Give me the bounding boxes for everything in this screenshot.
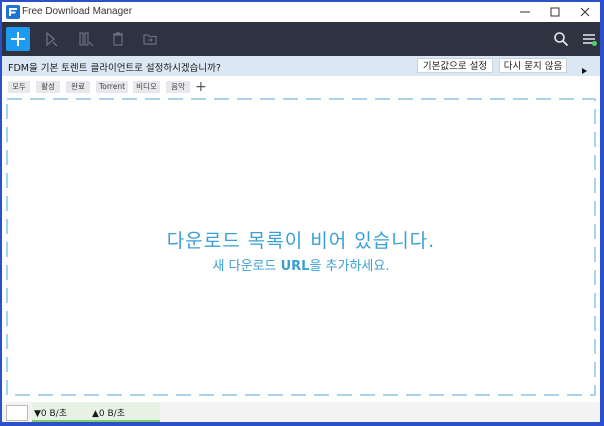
pause-icon — [79, 32, 94, 47]
maximize-button[interactable] — [540, 2, 570, 22]
status-bar: ▼0 B/초 ▲0 B/초 — [2, 402, 600, 422]
close-icon — [580, 7, 590, 17]
notice-text: FDM을 기본 토렌트 클라이언트로 설정하시겠습니까? — [8, 63, 221, 74]
delete-button[interactable] — [108, 29, 128, 49]
set-default-button[interactable]: 기본값으로 설정 — [417, 58, 493, 73]
minimize-icon — [520, 11, 530, 13]
upload-speed: ▲0 B/초 — [92, 409, 125, 419]
default-client-notice: FDM을 기본 토렌트 클라이언트로 설정하시겠습니까? 기본값으로 설정 다시… — [2, 56, 600, 76]
speed-panel[interactable]: ▼0 B/초 ▲0 B/초 — [32, 402, 160, 422]
open-folder-button[interactable] — [140, 29, 160, 49]
add-filter-button[interactable]: + — [195, 79, 207, 95]
empty-list-subtitle: 새 다운로드 URL을 추가하세요. — [6, 255, 596, 274]
subtitle-text-after: 을 추가하세요. — [309, 259, 390, 274]
main-toolbar — [2, 22, 600, 56]
status-indicator[interactable] — [6, 405, 28, 421]
tab-all[interactable]: 모두 — [8, 81, 30, 93]
minimize-button[interactable] — [510, 2, 540, 22]
tab-video[interactable]: 비디오 — [133, 81, 160, 93]
download-list-dropzone[interactable]: 다운로드 목록이 비어 있습니다. 새 다운로드 URL을 추가하세요. — [6, 98, 596, 396]
play-arrow-icon[interactable] — [582, 68, 587, 74]
start-icon — [46, 31, 58, 47]
app-window: Free Download Manager FDM을 기본 토렌트 클라이언트로… — [2, 2, 600, 422]
app-logo-icon — [6, 5, 20, 19]
start-button[interactable] — [42, 29, 62, 49]
add-download-button[interactable] — [6, 27, 30, 51]
dont-ask-again-button[interactable]: 다시 묻지 않음 — [499, 58, 567, 73]
tab-music[interactable]: 음악 — [166, 81, 190, 93]
tab-active[interactable]: 활성 — [36, 81, 60, 93]
plus-icon — [11, 32, 25, 46]
menu-icon — [583, 34, 597, 46]
tab-completed[interactable]: 완료 — [66, 81, 90, 93]
tab-torrent[interactable]: Torrent — [96, 81, 128, 93]
main-menu-button[interactable] — [579, 29, 599, 49]
search-icon — [554, 32, 569, 47]
maximize-icon — [550, 7, 560, 17]
subtitle-text-before: 새 다운로드 — [212, 259, 281, 274]
pause-button[interactable] — [76, 29, 96, 49]
title-bar[interactable]: Free Download Manager — [2, 2, 600, 22]
close-button[interactable] — [570, 2, 600, 22]
delete-icon — [113, 32, 123, 46]
folder-icon — [143, 34, 157, 45]
filter-tabs: 모두 활성 완료 Torrent 비디오 음악 + — [2, 78, 600, 96]
window-title: Free Download Manager — [22, 6, 133, 17]
search-button[interactable] — [551, 29, 571, 49]
download-speed: ▼0 B/초 — [34, 409, 67, 419]
empty-list-title: 다운로드 목록이 비어 있습니다. — [166, 230, 436, 252]
subtitle-url: URL — [280, 259, 310, 274]
